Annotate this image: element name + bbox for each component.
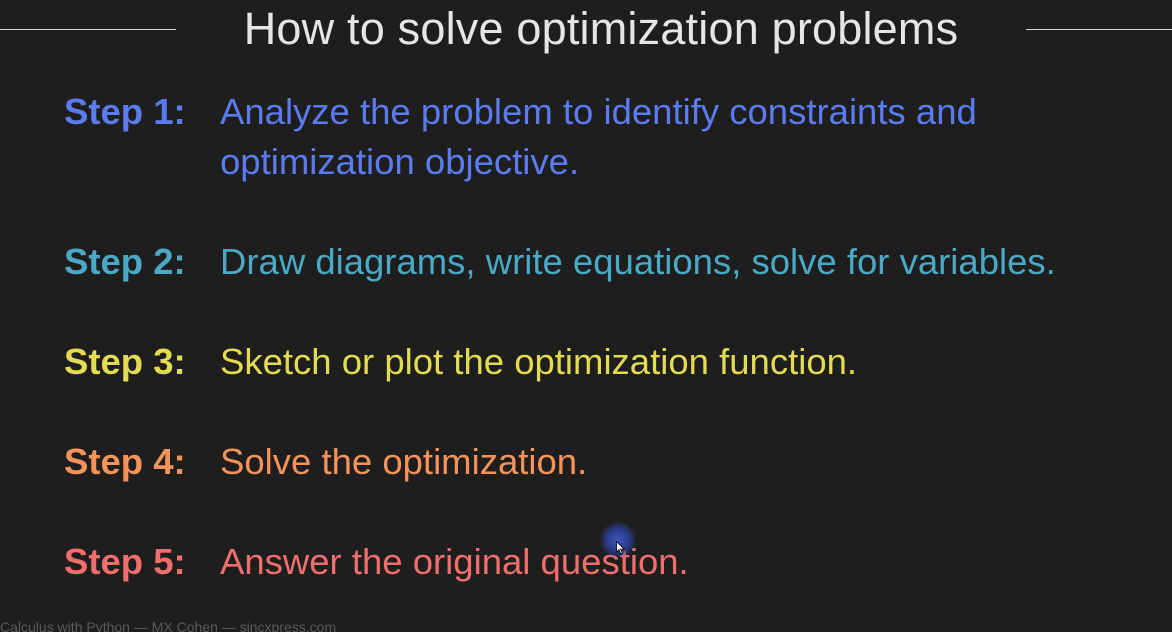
step-3: Step 3: Sketch or plot the optimization … bbox=[64, 337, 1120, 387]
title-rule-left bbox=[0, 29, 176, 30]
step-1: Step 1: Analyze the problem to identify … bbox=[64, 87, 1120, 187]
step-2: Step 2: Draw diagrams, write equations, … bbox=[64, 237, 1120, 287]
step-5-text: Answer the original question. bbox=[220, 541, 689, 582]
step-4-text: Solve the optimization. bbox=[220, 441, 588, 482]
step-1-label: Step 1: bbox=[64, 91, 186, 132]
step-3-text: Sketch or plot the optimization function… bbox=[220, 341, 858, 382]
title-row: How to solve optimization problems bbox=[0, 0, 1172, 60]
mouse-cursor-icon bbox=[616, 541, 626, 555]
step-2-label: Step 2: bbox=[64, 241, 186, 282]
title-rule-right bbox=[1026, 29, 1172, 30]
step-5-label: Step 5: bbox=[64, 541, 186, 582]
step-4-label: Step 4: bbox=[64, 441, 186, 482]
step-2-text: Draw diagrams, write equations, solve fo… bbox=[220, 241, 1056, 282]
step-3-label: Step 3: bbox=[64, 341, 186, 382]
step-4: Step 4: Solve the optimization. bbox=[64, 437, 1120, 487]
slide: How to solve optimization problems Step … bbox=[0, 0, 1172, 632]
step-1-text: Analyze the problem to identify constrai… bbox=[220, 91, 977, 182]
slide-footer: Calculus with Python — MX Cohen — sincxp… bbox=[0, 619, 337, 632]
step-5: Step 5: Answer the original question. bbox=[64, 537, 1120, 587]
slide-title: How to solve optimization problems bbox=[243, 3, 959, 54]
